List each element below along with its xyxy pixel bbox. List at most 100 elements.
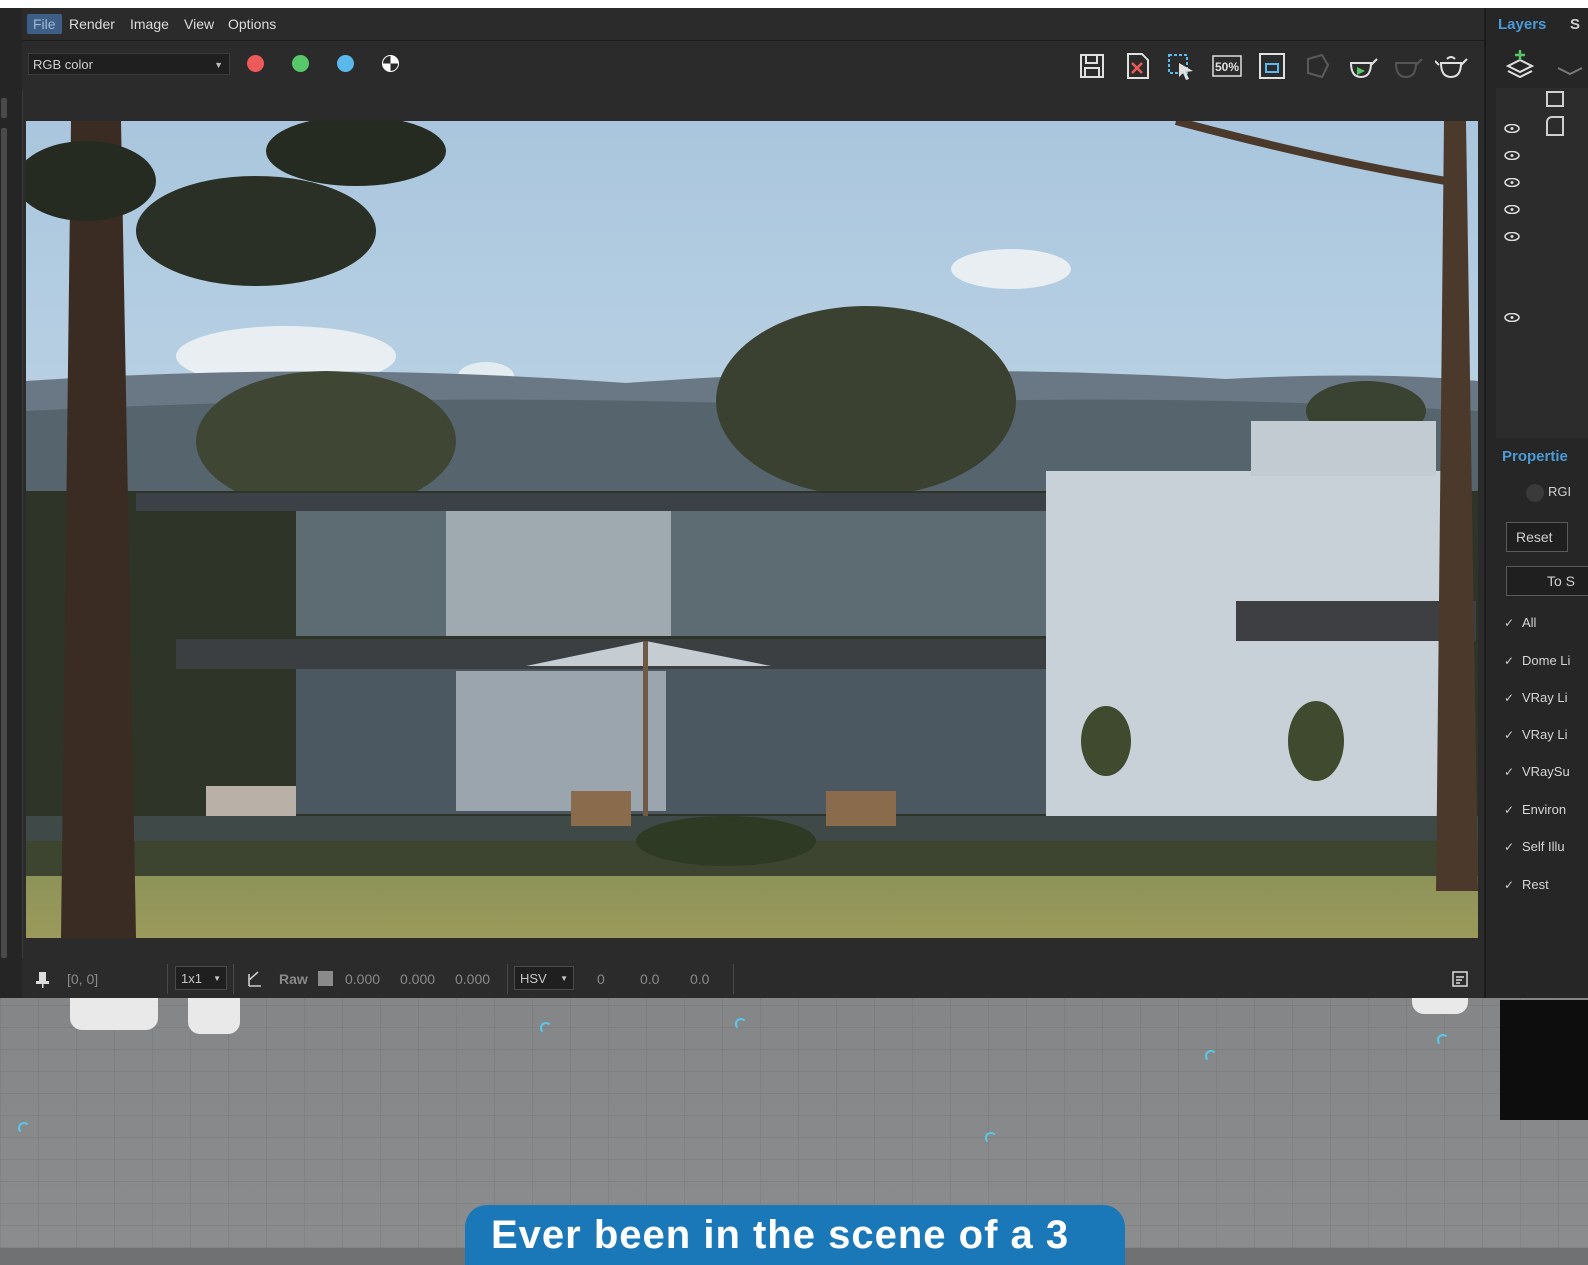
check-rest[interactable]: ✓ Rest xyxy=(1504,874,1549,896)
clear-image-button[interactable] xyxy=(1120,51,1154,81)
region-render-button[interactable] xyxy=(1255,51,1289,81)
display-correction-icon xyxy=(1546,91,1564,107)
caption-text: Ever been in the scene of a 3 xyxy=(491,1213,1070,1257)
zoom-50-button[interactable]: 50% xyxy=(1210,51,1244,81)
check-self-illumination[interactable]: ✓ Self Illu xyxy=(1504,836,1565,858)
chevron-down-icon: ▼ xyxy=(560,974,568,983)
tab-layers[interactable]: Layers xyxy=(1498,16,1546,33)
teapot-icon xyxy=(1434,56,1468,79)
color-mode-dropdown[interactable]: HSV ▼ xyxy=(514,966,574,990)
checkbox-icon: ✓ xyxy=(1504,878,1515,892)
caption-banner: Ever been in the scene of a 3 xyxy=(465,1205,1125,1265)
frame-buffer-window: File Render Image View Options RGB color… xyxy=(0,8,1500,998)
render-button[interactable] xyxy=(1434,51,1469,81)
remove-layer-icon[interactable] xyxy=(1556,54,1586,85)
eye-icon[interactable] xyxy=(1504,124,1520,133)
teapot-play-icon xyxy=(1349,58,1378,79)
sample-size-dropdown[interactable]: 1x1 ▼ xyxy=(175,966,227,990)
check-vray-light-2[interactable]: ✓ VRay Li xyxy=(1504,724,1568,746)
blue-dot-icon xyxy=(337,55,354,72)
save-image-button[interactable] xyxy=(1075,51,1109,81)
divider xyxy=(507,964,508,994)
check-all[interactable]: ✓ All xyxy=(1504,612,1536,634)
red-value: 0.000 xyxy=(345,971,381,987)
color-mode-value: HSV xyxy=(520,971,547,986)
viewport-dark-region xyxy=(1500,1000,1588,1120)
toolbar: RGB color ▼ 50% xyxy=(22,41,1500,91)
check-label: Dome Li xyxy=(1522,653,1571,668)
check-label: VRaySu xyxy=(1522,764,1570,779)
blue-channel-button[interactable] xyxy=(324,51,366,77)
checkbox-icon: ✓ xyxy=(1504,803,1515,817)
channel-dropdown[interactable]: RGB color ▼ xyxy=(28,53,230,75)
checkbox-icon: ✓ xyxy=(1504,616,1515,630)
region-select-icon xyxy=(1168,54,1193,80)
render-last-button[interactable] xyxy=(1300,51,1334,81)
stop-render-button[interactable] xyxy=(1390,51,1424,81)
divider xyxy=(167,964,168,994)
scene-marker-icon xyxy=(735,1018,747,1030)
clear-image-icon xyxy=(1127,53,1149,79)
divider xyxy=(233,964,234,994)
eye-icon[interactable] xyxy=(1504,313,1520,322)
log-icon[interactable] xyxy=(1452,970,1468,988)
chevron-down-icon: ▼ xyxy=(214,60,223,70)
radio-icon[interactable] xyxy=(1526,484,1544,502)
scene-marker-icon xyxy=(18,1122,30,1134)
render-image[interactable] xyxy=(26,121,1478,938)
alpha-channel-button[interactable] xyxy=(369,51,411,77)
check-vray-sun[interactable]: ✓ VRaySu xyxy=(1504,761,1570,783)
viewport-object xyxy=(1412,998,1468,1014)
pin-icon[interactable] xyxy=(34,970,52,988)
zoom-50-icon: 50% xyxy=(1212,55,1242,77)
to-scene-button[interactable]: To S xyxy=(1506,566,1588,596)
menu-render[interactable]: Render xyxy=(63,14,121,34)
check-label: All xyxy=(1522,615,1537,630)
value-value: 0.0 xyxy=(690,971,710,987)
sample-size-value: 1x1 xyxy=(181,971,202,986)
scene-marker-icon xyxy=(985,1132,997,1144)
teapot-stop-icon xyxy=(1394,58,1423,79)
check-vray-light-1[interactable]: ✓ VRay Li xyxy=(1504,687,1568,709)
check-dome-light[interactable]: ✓ Dome Li xyxy=(1504,650,1570,672)
blue-value: 0.000 xyxy=(455,971,491,987)
eye-icon[interactable] xyxy=(1504,151,1520,160)
eye-icon[interactable] xyxy=(1504,205,1520,214)
viewport-object xyxy=(70,998,158,1030)
render-last-icon xyxy=(1307,53,1330,79)
checkbox-icon: ✓ xyxy=(1504,654,1515,668)
add-layer-icon[interactable] xyxy=(1504,48,1536,83)
menu-file[interactable]: File xyxy=(27,14,62,34)
check-label: Rest xyxy=(1522,877,1549,892)
curves-icon xyxy=(1546,116,1564,136)
menu-image[interactable]: Image xyxy=(124,14,175,34)
track-mouse-button[interactable] xyxy=(1165,51,1199,81)
check-label: Environ xyxy=(1522,802,1567,817)
green-channel-button[interactable] xyxy=(279,51,321,77)
layers-list xyxy=(1496,88,1588,438)
right-panel: Layers S Propertie RGI Reset To S ✓ All ✓… xyxy=(1484,8,1588,998)
checkbox-icon: ✓ xyxy=(1504,728,1515,742)
check-environment[interactable]: ✓ Environ xyxy=(1504,799,1566,821)
tab-stats[interactable]: S xyxy=(1570,16,1580,33)
red-channel-button[interactable] xyxy=(234,51,276,77)
left-scrollbar[interactable] xyxy=(1,128,7,958)
panel-handle[interactable] xyxy=(1,98,7,118)
color-swatch xyxy=(318,971,333,986)
reset-button[interactable]: Reset xyxy=(1506,522,1568,552)
saturation-value: 0.0 xyxy=(640,971,660,987)
red-dot-icon xyxy=(247,55,264,72)
divider xyxy=(733,964,734,994)
checkbox-icon: ✓ xyxy=(1504,691,1515,705)
menu-view[interactable]: View xyxy=(178,14,220,34)
eye-icon[interactable] xyxy=(1504,178,1520,187)
color-picker-icon[interactable] xyxy=(246,970,264,988)
menu-options[interactable]: Options xyxy=(222,14,282,34)
check-label: VRay Li xyxy=(1522,690,1568,705)
eye-icon[interactable] xyxy=(1504,232,1520,241)
left-panel-strip xyxy=(0,8,23,998)
alpha-icon xyxy=(382,55,399,72)
hue-value: 0 xyxy=(597,971,605,987)
start-interactive-button[interactable] xyxy=(1345,51,1379,81)
properties-title: Propertie xyxy=(1502,448,1568,465)
